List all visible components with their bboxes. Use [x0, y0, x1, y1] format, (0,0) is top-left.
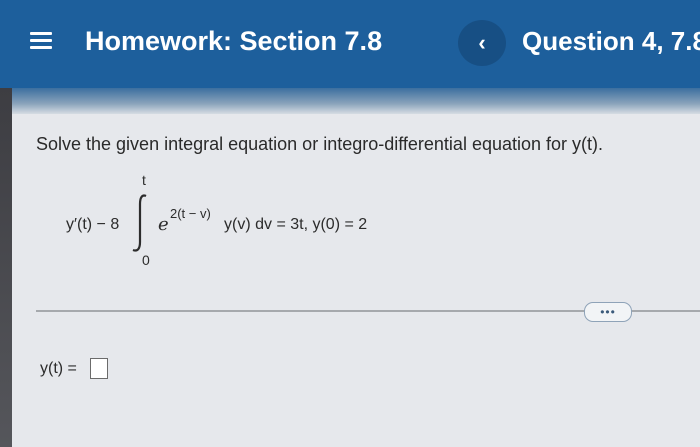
question-prompt: Solve the given integral equation or int… [36, 134, 604, 154]
exp-exponent: 2(t − v) [170, 206, 211, 221]
answer-input[interactable] [90, 358, 108, 379]
equation-rest: y(v) dv = 3t, y(0) = 2 [224, 216, 368, 233]
header-shadow [0, 88, 700, 114]
top-bar: Homework: Section 7.8 ‹ Question 4, 7.8. [0, 0, 700, 88]
integral-equation: t y′(t) − 8 e 2(t − v) y(v) dv = 3t, y(0… [66, 168, 426, 268]
answer-label: y(t) = [40, 360, 77, 377]
integral-sign-icon [132, 194, 147, 252]
lower-limit: 0 [142, 252, 150, 268]
page-title: Homework: Section 7.8 [85, 26, 383, 56]
question-label: Question 4, 7.8. [522, 26, 700, 56]
hamburger-menu-icon[interactable] [30, 32, 52, 50]
more-options-button[interactable]: ••• [584, 302, 632, 322]
upper-limit: t [142, 172, 146, 188]
left-edge-bar [0, 88, 12, 447]
equation-lhs: y′(t) − 8 [66, 216, 120, 233]
exp-base: e [158, 214, 169, 235]
previous-question-button[interactable]: ‹ [458, 20, 506, 66]
